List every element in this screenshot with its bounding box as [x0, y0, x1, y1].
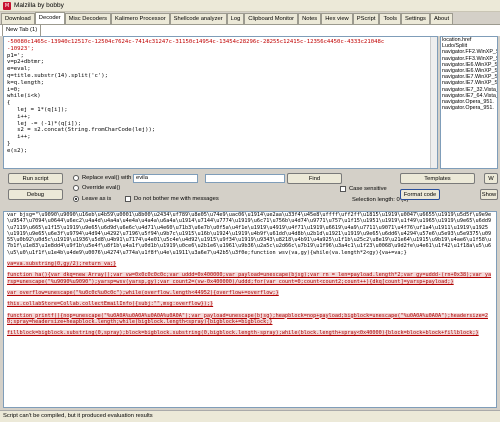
output-paragraph: var bjsg="\u9090\u9090\u16eb\u4b59\u0001… — [4, 212, 496, 256]
object-list-item[interactable]: navigator.IE7_32.Vista_ — [441, 87, 497, 93]
tab-tools[interactable]: Tools — [379, 13, 401, 24]
code-line: p1='; — [7, 52, 24, 59]
script-editor[interactable]: -50080c1465c-13940c12517c-12504c7624c-74… — [3, 36, 438, 169]
find-button[interactable]: Find — [287, 173, 342, 184]
code-line: while(i<k) — [7, 93, 41, 100]
code-line: k=q.length; — [7, 79, 45, 86]
output-text: this.collabStore=Collab.collectEmailInfo… — [7, 301, 214, 308]
editor-scrollbar[interactable] — [430, 37, 437, 168]
object-list-item[interactable]: navigator.FF2.WinXP_S — [441, 49, 497, 55]
output-pane[interactable]: var bjsg="\u9090\u9090\u16eb\u4b59\u0001… — [3, 211, 497, 408]
debug-button[interactable]: Debug — [8, 189, 63, 200]
tab-settings[interactable]: Settings — [400, 13, 430, 24]
override-eval-radio[interactable]: Override eval() — [73, 185, 120, 191]
find-input[interactable] — [205, 174, 285, 183]
code-line: q=title.substr(14).split('c'); — [7, 72, 109, 79]
leave-as-is-label: Leave as is — [82, 196, 112, 202]
tab-decoder[interactable]: Decoder — [34, 12, 65, 24]
object-list-item[interactable]: navigator.IE7.WinXP_S — [441, 80, 497, 86]
case-sensitive-checkbox[interactable]: Case sensitive — [340, 186, 387, 192]
output-paragraph: function ha(){var dkq=new Array();var vw… — [4, 272, 496, 285]
radio-dot-selected — [73, 196, 79, 202]
case-sensitive-label: Case sensitive — [349, 186, 387, 192]
replace-eval-label: Replace eval() with — [82, 175, 132, 181]
show-button[interactable]: Show — [480, 189, 498, 200]
object-list[interactable]: location.href Ludo/Spliit navigator.FF2.Wi… — [440, 36, 498, 169]
output-text: var bjsg="\u9090\u9090\u16eb\u4b59\u0001… — [7, 212, 492, 256]
sub-tab-strip: New Tab (1) — [0, 24, 500, 36]
format-code-button[interactable]: Format code — [400, 189, 440, 200]
code-line: } — [7, 140, 11, 147]
w-button[interactable]: W — [484, 173, 498, 184]
tab-log[interactable]: Log — [226, 13, 245, 24]
output-text: function printf(){nop=unescape("%u0A0A%u… — [7, 312, 488, 325]
code-line: s2 = s2.concat(String.fromCharCode(lej))… — [7, 127, 156, 134]
radio-dot — [73, 175, 79, 181]
window-title: Malzilla by bobby — [14, 2, 64, 9]
override-eval-label: Override eval() — [82, 185, 121, 191]
templates-button[interactable]: Templates — [400, 173, 475, 184]
subtab-new-tab[interactable]: New Tab (1) — [2, 24, 42, 36]
tab-misc-decoders[interactable]: Misc Decoders — [64, 13, 112, 24]
run-script-button[interactable]: Run script — [8, 173, 63, 184]
tab-notes[interactable]: Notes — [298, 13, 322, 24]
tab-hex-view[interactable]: Hex view — [321, 13, 353, 24]
title-bar: M Malzilla by bobby — [0, 0, 500, 12]
code-line: e=eval; — [7, 66, 31, 73]
code-line: i++; — [7, 134, 31, 141]
object-list-item[interactable]: navigator.Opera_951. — [441, 105, 497, 111]
code-line: i=0; — [7, 86, 21, 93]
tab-pscript[interactable]: PScript — [352, 13, 380, 24]
dont-bother-checkbox[interactable]: Do not bother me with messages — [125, 196, 219, 202]
main-tab-strip: Download Decoder Misc Decoders Kalimero Pro… — [0, 12, 500, 24]
output-text: va=va.substring(0,gy/2);return va;} — [7, 261, 117, 268]
code-line: v=p2+dbtmr; — [7, 59, 45, 66]
code-line: lej -= (-1)*(q[i]); — [7, 120, 82, 127]
output-text: function ha(){var dkq=new Array();var vw… — [7, 272, 492, 285]
dont-bother-label: Do not bother me with messages — [134, 196, 219, 202]
checkbox-box — [125, 196, 131, 202]
decoder-controls: Run script Debug Replace eval() with evi… — [0, 171, 500, 209]
code-line: { — [7, 100, 11, 107]
code-line: -10923'; — [7, 45, 34, 52]
output-paragraph: function printf(){nop=unescape("%u0A0A%u… — [4, 312, 496, 326]
malzilla-app-icon: M — [3, 1, 11, 10]
tab-kalimero-processor[interactable]: Kalimero Processor — [111, 13, 170, 24]
code-line: lej = 1*(q[i]); — [7, 106, 68, 113]
code-line: -50080c1465c-13940c12517c-12504c7624c-74… — [7, 39, 385, 45]
checkbox-box — [340, 186, 346, 192]
script-text[interactable]: -50080c1465c-13940c12517c-12504c7624c-74… — [4, 37, 437, 157]
replace-eval-radio[interactable]: Replace eval() with — [73, 175, 131, 181]
output-text: fillblock=bigblock.substring(0,spray);bl… — [7, 330, 479, 337]
tab-download[interactable]: Download — [1, 13, 35, 24]
tab-clipboard-monitor[interactable]: Clipboard Monitor — [244, 13, 299, 24]
output-paragraph: fillblock=bigblock.substring(0,spray);bl… — [4, 330, 496, 337]
object-list-item[interactable]: navigator.FF3.WinXP_S — [441, 56, 497, 62]
status-bar: Script can't be compiled, but it produce… — [0, 410, 500, 422]
replace-eval-input[interactable]: evila — [133, 174, 198, 183]
output-text: var overflow=unescape("%u0c0c%u0c0c");wh… — [7, 289, 279, 296]
leave-as-is-radio[interactable]: Leave as is — [73, 196, 111, 202]
radio-dot — [73, 185, 79, 191]
code-line: i++; — [7, 113, 31, 120]
code-line: e(s2); — [7, 147, 28, 154]
tab-about[interactable]: About — [429, 13, 454, 24]
tab-shellcode-analyzer[interactable]: Shellcode analyzer — [169, 13, 227, 24]
